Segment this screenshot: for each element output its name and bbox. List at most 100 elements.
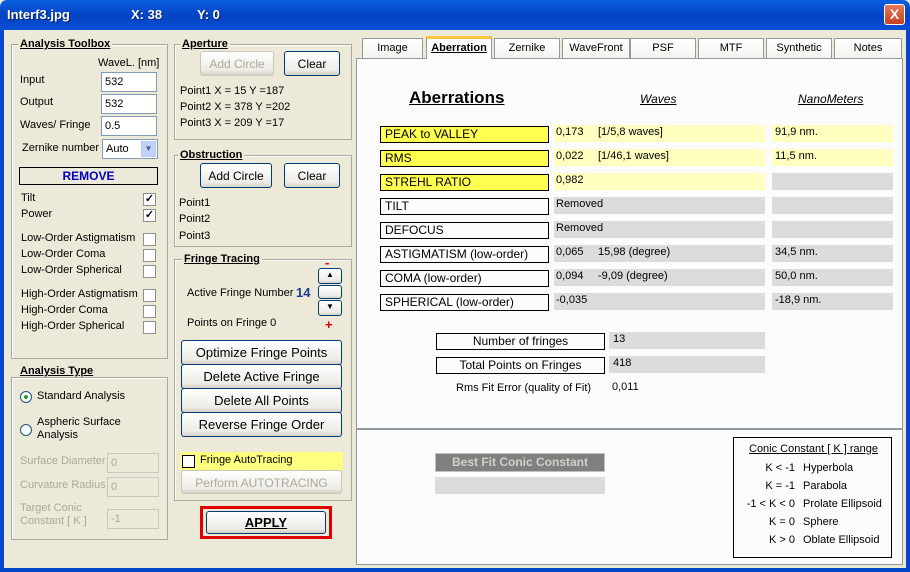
zernike-number-select[interactable]: Auto ▼ — [102, 139, 158, 159]
aberration-nm-value: -18,9 nm. — [775, 294, 822, 306]
conic-range-legend: Conic Constant [ K ] range K < -1 Hyperbo… — [733, 437, 892, 558]
waves-fringe-field[interactable]: 0.5 — [101, 116, 157, 136]
number-of-fringes-value: 13 — [613, 333, 626, 345]
obstruction-point1: Point1 — [179, 197, 211, 209]
total-points-box — [609, 356, 765, 373]
input-label: Input — [20, 74, 45, 86]
surface-diameter-label: Surface Diameter — [20, 455, 106, 467]
fringe-spin-track[interactable] — [318, 285, 342, 299]
remove-item-checkbox[interactable] — [143, 265, 156, 278]
active-fringe-label: Active Fringe Number — [187, 287, 294, 299]
aberrations-title: Aberrations — [409, 88, 505, 107]
apply-button[interactable]: APPLY — [206, 511, 326, 534]
fringe-autotracing-checkbox[interactable] — [182, 455, 195, 468]
remove-item-label: Tilt — [21, 192, 36, 204]
remove-item-label: High-Order Astigmatism — [21, 288, 138, 300]
remove-item-checkbox[interactable] — [143, 249, 156, 262]
aperture-clear-button[interactable]: Clear — [284, 51, 340, 76]
perform-autotracing-button[interactable]: Perform AUTOTRACING — [181, 470, 342, 494]
rms-fit-error-value: 0,011 — [612, 381, 639, 393]
increment-indicator: + — [325, 317, 333, 332]
surface-diameter-field[interactable]: 0 — [107, 453, 159, 473]
remove-item-label: Low-Order Astigmatism — [21, 232, 136, 244]
delete-all-points-button[interactable]: Delete All Points — [181, 388, 342, 413]
aberration-value: 0,065 — [556, 246, 584, 258]
remove-item-checkbox[interactable] — [143, 289, 156, 302]
obstruction-point2: Point2 — [179, 213, 211, 225]
aberration-row-label: COMA (low-order) — [380, 270, 549, 287]
aberration-detail — [596, 220, 598, 237]
tab-psf[interactable]: PSF — [630, 38, 696, 58]
fringe-down-button[interactable]: ▼ — [318, 300, 342, 316]
conic-surface-name: Prolate Ellipsoid — [803, 498, 882, 510]
remove-item-label: Low-Order Spherical — [21, 264, 122, 276]
output-wavelength-field[interactable]: 532 — [101, 94, 157, 114]
optimize-fringe-points-button[interactable]: Optimize Fringe Points — [181, 340, 342, 365]
aberration-row-label: TILT — [380, 198, 549, 215]
standard-analysis-radio[interactable] — [20, 391, 32, 403]
conic-k-range: K = -1 — [765, 480, 795, 492]
window-border-right — [906, 30, 910, 572]
aberration-nm-value: 34,5 nm. — [775, 246, 818, 258]
aberration-detail — [596, 172, 598, 189]
curvature-radius-field[interactable]: 0 — [107, 477, 159, 497]
obstruction-clear-button[interactable]: Clear — [284, 163, 340, 188]
tab-aberration[interactable]: Aberration — [426, 36, 492, 59]
aberration-detail — [596, 292, 598, 309]
aberration-detail: -9,09 (degree) — [598, 270, 668, 282]
aberration-detail: [1/5,8 waves] — [598, 126, 663, 138]
conic-surface-name: Oblate Ellipsoid — [803, 534, 880, 546]
tab-synthetic[interactable]: Synthetic — [766, 38, 832, 58]
y-readout: Y: 0 — [197, 7, 220, 22]
tab-notes[interactable]: Notes — [834, 38, 902, 58]
analysis-toolbox-title: Analysis Toolbox — [18, 38, 113, 50]
conic-k-range: K = 0 — [769, 516, 795, 528]
fringe-up-button[interactable]: ▲ — [318, 268, 342, 284]
aberration-row-label: RMS — [380, 150, 549, 167]
reverse-fringe-order-button[interactable]: Reverse Fringe Order — [181, 412, 342, 437]
aberration-value: 0,022 — [556, 150, 584, 162]
delete-active-fringe-button[interactable]: Delete Active Fringe — [181, 364, 342, 389]
x-readout: X: 38 — [131, 7, 163, 22]
aspheric-analysis-radio[interactable] — [20, 424, 32, 436]
aberration-nm-value: 50,0 nm. — [775, 270, 818, 282]
input-wavelength-field[interactable]: 532 — [101, 72, 157, 92]
remove-item-checkbox[interactable] — [143, 233, 156, 246]
tab-image[interactable]: Image — [362, 38, 423, 58]
close-button[interactable]: X — [884, 4, 905, 25]
target-conic-field[interactable]: -1 — [107, 509, 159, 529]
aberration-nm-value — [773, 220, 775, 237]
aperture-title: Aperture — [180, 38, 230, 50]
window-border-left — [0, 30, 4, 572]
aperture-add-circle-button[interactable]: Add Circle — [200, 51, 274, 76]
aberration-detail: [1/46,1 waves] — [598, 150, 669, 162]
chevron-down-icon[interactable]: ▼ — [141, 141, 156, 157]
remove-item-checkbox[interactable] — [143, 321, 156, 334]
conic-surface-name: Sphere — [803, 516, 839, 528]
aberration-row-label: ASTIGMATISM (low-order) — [380, 246, 549, 263]
standard-analysis-label: Standard Analysis — [37, 390, 126, 402]
zernike-number-value: Auto — [106, 143, 129, 155]
aberration-row-label: SPHERICAL (low-order) — [380, 294, 549, 311]
remove-item-checkbox[interactable]: ✓ — [143, 193, 156, 206]
remove-item-checkbox[interactable]: ✓ — [143, 209, 156, 222]
obstruction-add-circle-button[interactable]: Add Circle — [200, 163, 272, 188]
conic-k-range: K > 0 — [769, 534, 795, 546]
number-of-fringes-label: Number of fringes — [436, 333, 605, 350]
title-bar[interactable]: Interf3.jpg X: 38 Y: 0 X — [0, 0, 910, 30]
conic-range-title: Conic Constant [ K ] range — [749, 443, 879, 455]
conic-k-range: -1 < K < 0 — [746, 498, 795, 510]
tab-zernike[interactable]: Zernike — [494, 38, 560, 58]
arrow-up-icon: ▲ — [326, 270, 334, 279]
aberration-nm-value: 91,9 nm. — [775, 126, 818, 138]
total-points-value: 418 — [613, 357, 632, 369]
tab-wavefront[interactable]: WaveFront — [562, 38, 630, 58]
remove-item-checkbox[interactable] — [143, 305, 156, 318]
fringe-autotracing-row[interactable]: Fringe AutoTracing — [180, 452, 343, 470]
tab-mtf[interactable]: MTF — [698, 38, 764, 58]
aberration-value: 0,982 — [556, 174, 584, 186]
aberration-value: 0,173 — [556, 126, 584, 138]
target-conic-label: Target Conic Constant [ K ] — [20, 502, 87, 527]
nanometers-column-header: NanoMeters — [798, 92, 864, 106]
aberration-detail — [596, 196, 598, 213]
